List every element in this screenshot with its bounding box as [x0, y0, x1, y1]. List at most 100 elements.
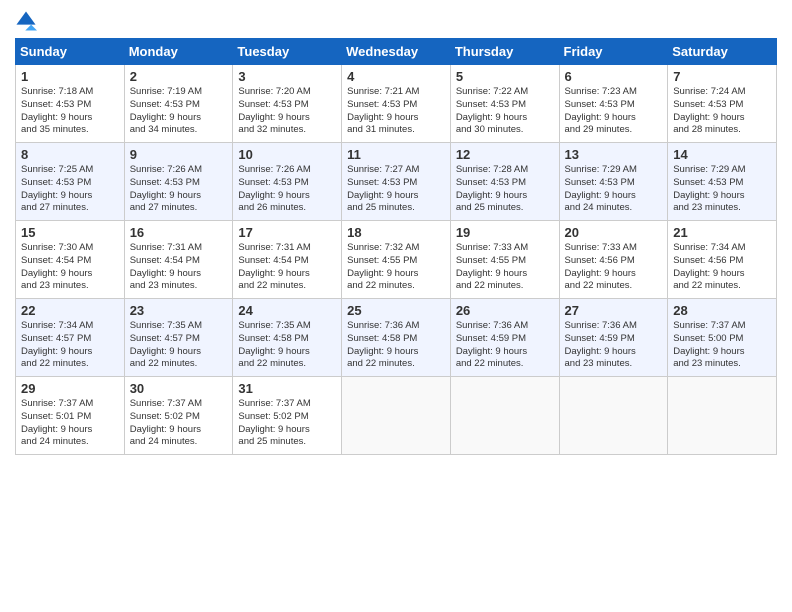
day-cell-8: 8Sunrise: 7:25 AMSunset: 4:53 PMDaylight… [16, 143, 125, 221]
day-detail: Sunrise: 7:18 AMSunset: 4:53 PMDaylight:… [21, 86, 119, 137]
header-cell-monday: Monday [124, 39, 233, 65]
day-number: 31 [238, 381, 336, 396]
header-cell-thursday: Thursday [450, 39, 559, 65]
day-detail: Sunrise: 7:32 AMSunset: 4:55 PMDaylight:… [347, 242, 445, 293]
calendar-table: SundayMondayTuesdayWednesdayThursdayFrid… [15, 38, 777, 455]
day-number: 9 [130, 147, 228, 162]
day-number: 24 [238, 303, 336, 318]
day-number: 25 [347, 303, 445, 318]
day-number: 2 [130, 69, 228, 84]
day-cell-3: 3Sunrise: 7:20 AMSunset: 4:53 PMDaylight… [233, 65, 342, 143]
day-detail: Sunrise: 7:33 AMSunset: 4:55 PMDaylight:… [456, 242, 554, 293]
week-row-1: 1 Sunrise: 7:18 AMSunset: 4:53 PMDaylight… [16, 65, 777, 143]
header-row: SundayMondayTuesdayWednesdayThursdayFrid… [16, 39, 777, 65]
day-cell-29: 29Sunrise: 7:37 AMSunset: 5:01 PMDayligh… [16, 377, 125, 455]
day-detail: Sunrise: 7:31 AMSunset: 4:54 PMDaylight:… [238, 242, 336, 293]
day-number: 1 [21, 69, 119, 84]
header [15, 10, 777, 32]
day-number: 6 [565, 69, 663, 84]
day-cell-28: 28 Sunrise: 7:37 AMSunset: 5:00 PMDayligh… [668, 299, 777, 377]
day-cell-24: 24 Sunrise: 7:35 AMSunset: 4:58 PMDayligh… [233, 299, 342, 377]
day-number: 18 [347, 225, 445, 240]
day-cell-21: 21Sunrise: 7:34 AMSunset: 4:56 PMDayligh… [668, 221, 777, 299]
day-number: 13 [565, 147, 663, 162]
day-number: 15 [21, 225, 119, 240]
day-detail: Sunrise: 7:37 AMSunset: 5:02 PMDaylight:… [130, 398, 228, 449]
header-cell-tuesday: Tuesday [233, 39, 342, 65]
day-cell-10: 10Sunrise: 7:26 AMSunset: 4:53 PMDayligh… [233, 143, 342, 221]
day-cell-17: 17 Sunrise: 7:31 AMSunset: 4:54 PMDayligh… [233, 221, 342, 299]
day-detail: Sunrise: 7:21 AMSunset: 4:53 PMDaylight:… [347, 86, 445, 137]
day-cell-6: 6Sunrise: 7:23 AMSunset: 4:53 PMDaylight… [559, 65, 668, 143]
day-number: 29 [21, 381, 119, 396]
day-cell-16: 16 Sunrise: 7:31 AMSunset: 4:54 PMDayligh… [124, 221, 233, 299]
header-cell-wednesday: Wednesday [342, 39, 451, 65]
day-number: 27 [565, 303, 663, 318]
day-cell-9: 9 Sunrise: 7:26 AMSunset: 4:53 PMDaylight… [124, 143, 233, 221]
day-cell-23: 23 Sunrise: 7:35 AMSunset: 4:57 PMDayligh… [124, 299, 233, 377]
day-detail: Sunrise: 7:33 AMSunset: 4:56 PMDaylight:… [565, 242, 663, 293]
day-cell-13: 13 Sunrise: 7:29 AMSunset: 4:53 PMDayligh… [559, 143, 668, 221]
day-cell-5: 5 Sunrise: 7:22 AMSunset: 4:53 PMDaylight… [450, 65, 559, 143]
day-number: 17 [238, 225, 336, 240]
day-number: 14 [673, 147, 771, 162]
day-number: 16 [130, 225, 228, 240]
day-cell-1: 1 Sunrise: 7:18 AMSunset: 4:53 PMDaylight… [16, 65, 125, 143]
day-cell-14: 14 Sunrise: 7:29 AMSunset: 4:53 PMDayligh… [668, 143, 777, 221]
logo [15, 10, 40, 32]
day-cell-19: 19 Sunrise: 7:33 AMSunset: 4:55 PMDayligh… [450, 221, 559, 299]
day-detail: Sunrise: 7:36 AMSunset: 4:58 PMDaylight:… [347, 320, 445, 371]
day-number: 12 [456, 147, 554, 162]
day-number: 30 [130, 381, 228, 396]
day-number: 28 [673, 303, 771, 318]
day-cell-22: 22 Sunrise: 7:34 AMSunset: 4:57 PMDayligh… [16, 299, 125, 377]
day-cell-30: 30 Sunrise: 7:37 AMSunset: 5:02 PMDayligh… [124, 377, 233, 455]
day-detail: Sunrise: 7:31 AMSunset: 4:54 PMDaylight:… [130, 242, 228, 293]
empty-cell [559, 377, 668, 455]
day-cell-25: 25 Sunrise: 7:36 AMSunset: 4:58 PMDayligh… [342, 299, 451, 377]
day-detail: Sunrise: 7:35 AMSunset: 4:57 PMDaylight:… [130, 320, 228, 371]
day-number: 5 [456, 69, 554, 84]
week-row-5: 29Sunrise: 7:37 AMSunset: 5:01 PMDayligh… [16, 377, 777, 455]
day-number: 10 [238, 147, 336, 162]
day-cell-2: 2 Sunrise: 7:19 AMSunset: 4:53 PMDaylight… [124, 65, 233, 143]
day-number: 22 [21, 303, 119, 318]
day-detail: Sunrise: 7:24 AMSunset: 4:53 PMDaylight:… [673, 86, 771, 137]
day-detail: Sunrise: 7:30 AMSunset: 4:54 PMDaylight:… [21, 242, 119, 293]
page-container: SundayMondayTuesdayWednesdayThursdayFrid… [0, 0, 792, 460]
day-number: 26 [456, 303, 554, 318]
day-detail: Sunrise: 7:28 AMSunset: 4:53 PMDaylight:… [456, 164, 554, 215]
day-detail: Sunrise: 7:34 AMSunset: 4:56 PMDaylight:… [673, 242, 771, 293]
calendar-body: 1 Sunrise: 7:18 AMSunset: 4:53 PMDaylight… [16, 65, 777, 455]
day-detail: Sunrise: 7:34 AMSunset: 4:57 PMDaylight:… [21, 320, 119, 371]
day-number: 4 [347, 69, 445, 84]
day-cell-7: 7Sunrise: 7:24 AMSunset: 4:53 PMDaylight… [668, 65, 777, 143]
day-detail: Sunrise: 7:29 AMSunset: 4:53 PMDaylight:… [673, 164, 771, 215]
empty-cell [668, 377, 777, 455]
day-detail: Sunrise: 7:35 AMSunset: 4:58 PMDaylight:… [238, 320, 336, 371]
day-cell-18: 18 Sunrise: 7:32 AMSunset: 4:55 PMDayligh… [342, 221, 451, 299]
day-cell-27: 27Sunrise: 7:36 AMSunset: 4:59 PMDayligh… [559, 299, 668, 377]
week-row-3: 15 Sunrise: 7:30 AMSunset: 4:54 PMDayligh… [16, 221, 777, 299]
day-detail: Sunrise: 7:22 AMSunset: 4:53 PMDaylight:… [456, 86, 554, 137]
day-detail: Sunrise: 7:37 AMSunset: 5:02 PMDaylight:… [238, 398, 336, 449]
empty-cell [450, 377, 559, 455]
day-number: 19 [456, 225, 554, 240]
day-detail: Sunrise: 7:26 AMSunset: 4:53 PMDaylight:… [130, 164, 228, 215]
calendar-header: SundayMondayTuesdayWednesdayThursdayFrid… [16, 39, 777, 65]
day-number: 23 [130, 303, 228, 318]
week-row-2: 8Sunrise: 7:25 AMSunset: 4:53 PMDaylight… [16, 143, 777, 221]
logo-icon [15, 10, 37, 32]
day-number: 8 [21, 147, 119, 162]
day-number: 11 [347, 147, 445, 162]
day-cell-20: 20Sunrise: 7:33 AMSunset: 4:56 PMDayligh… [559, 221, 668, 299]
day-cell-11: 11 Sunrise: 7:27 AMSunset: 4:53 PMDayligh… [342, 143, 451, 221]
day-detail: Sunrise: 7:19 AMSunset: 4:53 PMDaylight:… [130, 86, 228, 137]
day-number: 3 [238, 69, 336, 84]
header-cell-sunday: Sunday [16, 39, 125, 65]
day-detail: Sunrise: 7:29 AMSunset: 4:53 PMDaylight:… [565, 164, 663, 215]
day-detail: Sunrise: 7:36 AMSunset: 4:59 PMDaylight:… [456, 320, 554, 371]
day-cell-31: 31 Sunrise: 7:37 AMSunset: 5:02 PMDayligh… [233, 377, 342, 455]
day-detail: Sunrise: 7:37 AMSunset: 5:00 PMDaylight:… [673, 320, 771, 371]
day-detail: Sunrise: 7:27 AMSunset: 4:53 PMDaylight:… [347, 164, 445, 215]
